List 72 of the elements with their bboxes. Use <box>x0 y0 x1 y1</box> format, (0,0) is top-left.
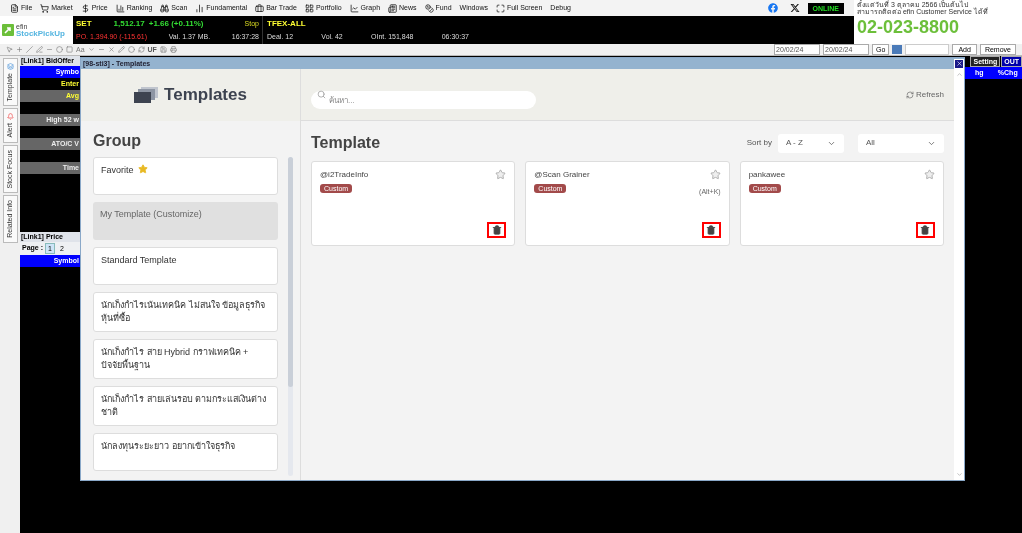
section-title: Template <box>311 133 381 153</box>
layers-icon <box>6 63 14 70</box>
document-icon <box>10 3 19 13</box>
group-item[interactable]: นักเก็งกำไร สาย Hybrid กราฟเทคนิค + ปัจจัยพื้นฐาน <box>93 339 278 379</box>
color-swatch[interactable] <box>892 45 903 54</box>
arrow-logo-icon <box>2 24 14 36</box>
group-item[interactable]: Favorite <box>93 157 278 195</box>
search-icon <box>317 90 326 99</box>
refresh-button[interactable]: Refresh <box>906 88 944 101</box>
search-field[interactable]: ค้นหา... <box>311 91 536 109</box>
dialog-heading: Templates <box>164 84 247 107</box>
index-name: SET <box>76 18 92 30</box>
group-item[interactable]: นักลงทุนระยะยาว อยากเข้าใจธุรกิจ <box>93 433 278 471</box>
save-icon[interactable] <box>159 46 167 53</box>
refresh-icon[interactable] <box>137 46 145 53</box>
delete-button[interactable] <box>916 222 935 238</box>
line-style-icon[interactable] <box>97 46 105 53</box>
x-logo-icon[interactable] <box>789 3 800 13</box>
group-item[interactable]: Standard Template <box>93 247 278 285</box>
scroll-down-icon[interactable] <box>955 471 963 478</box>
phone-number: 02-023-8800 <box>857 18 961 36</box>
section-title: Group <box>92 131 142 151</box>
close-button[interactable] <box>954 58 964 69</box>
group-item[interactable]: นักเก็งกำไร สายเล่นรอบ ตามกระแสเงินต่างชาติ <box>93 386 278 426</box>
refresh-icon <box>906 90 914 99</box>
template-name: @i2TradeInfo <box>320 169 369 181</box>
market-name: TFEX-ALL <box>267 18 307 30</box>
cart-icon <box>40 3 50 13</box>
group-item[interactable]: นักเก็งกำไรเน้นเทคนิค ไม่สนใจ ข้อมูลธุรกิจหุ้นที่ซื้อ <box>93 292 278 332</box>
maximize-icon <box>495 3 505 13</box>
pointer-icon[interactable] <box>6 46 13 53</box>
delete-button[interactable] <box>701 222 721 238</box>
template-name: @Scan Grainer <box>534 169 590 181</box>
star-icon[interactable] <box>709 169 721 180</box>
newspaper-icon <box>388 3 398 13</box>
briefcase-icon <box>255 3 265 13</box>
crosshair-icon[interactable] <box>16 46 23 53</box>
index-change: +1.66 (+0.11%) <box>148 18 204 30</box>
group-item[interactable]: My Template (Customize) <box>93 202 278 240</box>
scrollbar[interactable] <box>954 69 964 480</box>
star-icon[interactable] <box>495 169 507 180</box>
dollar-icon <box>80 3 90 13</box>
grid-icon <box>304 3 314 13</box>
delete-button[interactable] <box>487 222 507 238</box>
index-value: 1,512.17 <box>113 18 145 30</box>
trash-icon <box>706 225 717 235</box>
caret-icon[interactable] <box>87 46 95 53</box>
template-name: pankawee <box>748 169 786 181</box>
line-chart-icon <box>349 3 359 13</box>
line-icon[interactable] <box>26 46 33 53</box>
pencil-icon[interactable] <box>117 46 125 53</box>
scrollbar[interactable] <box>288 157 293 476</box>
bell-icon <box>6 113 14 121</box>
binoculars-icon <box>160 3 170 13</box>
stacked-cards-icon <box>134 87 159 103</box>
star-icon <box>137 164 148 174</box>
star-icon[interactable] <box>924 169 935 180</box>
bar-chart-icon <box>115 3 125 13</box>
sort-label: Sort by <box>746 137 772 149</box>
close-icon <box>955 60 963 67</box>
circle-icon[interactable] <box>56 46 63 53</box>
trash-icon <box>491 225 502 235</box>
sort-dropdown[interactable]: A - Z <box>778 133 844 153</box>
pen-icon[interactable] <box>36 46 43 53</box>
cross-icon[interactable] <box>107 46 115 53</box>
printer-icon[interactable] <box>169 46 177 53</box>
bar-chart-icon <box>195 3 205 13</box>
f-logo-icon[interactable] <box>767 3 778 13</box>
horizontal-line-icon[interactable] <box>46 46 53 53</box>
scroll-up-icon[interactable] <box>955 71 963 78</box>
filter-dropdown[interactable]: All <box>858 133 944 153</box>
trash-icon <box>920 225 931 235</box>
